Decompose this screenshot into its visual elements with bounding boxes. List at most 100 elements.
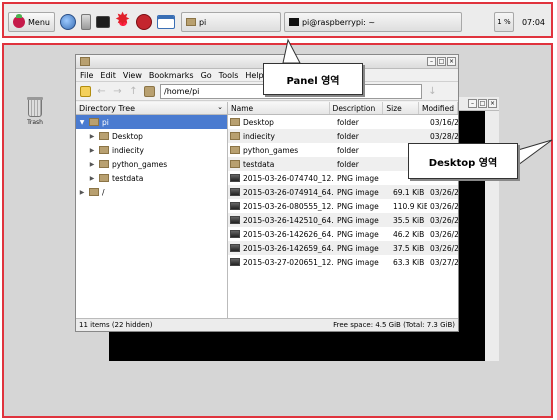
file-manager-icon[interactable] bbox=[80, 14, 91, 30]
minimize-icon[interactable]: – bbox=[468, 99, 477, 108]
menu-tools[interactable]: Tools bbox=[219, 71, 239, 80]
close-icon[interactable]: × bbox=[488, 99, 497, 108]
folder-icon bbox=[89, 118, 99, 126]
system-tray: 1 % 07:04 bbox=[493, 12, 549, 32]
go-icon[interactable]: ↓ bbox=[427, 86, 438, 97]
file-name: 2015-03-26-074914_64... bbox=[243, 187, 334, 197]
show-desktop-icon[interactable] bbox=[156, 15, 175, 29]
menu-edit[interactable]: Edit bbox=[100, 71, 116, 80]
new-tab-icon[interactable] bbox=[80, 85, 91, 97]
maximize-icon[interactable]: □ bbox=[478, 99, 487, 108]
task-button-terminal[interactable]: pi@raspberrypi: ~ bbox=[283, 12, 462, 32]
folder-icon bbox=[99, 146, 109, 154]
image-file-icon bbox=[230, 174, 240, 182]
file-description: PNG image bbox=[337, 187, 379, 197]
chevron-down-icon[interactable]: ⌄ bbox=[217, 103, 223, 111]
image-file-icon bbox=[230, 244, 240, 252]
file-name: 2015-03-27-020651_12... bbox=[243, 257, 334, 267]
file-row[interactable]: 2015-03-26-142626_64... PNG image 46.2 KiB… bbox=[228, 227, 458, 241]
panel-callout: Panel 영역 bbox=[263, 63, 363, 95]
task-button-file-manager[interactable]: pi bbox=[180, 12, 281, 32]
status-bar: 11 items (22 hidden) Free space: 4.5 GiB… bbox=[76, 318, 458, 331]
tree-item[interactable]: ▶ / bbox=[76, 185, 227, 199]
column-description[interactable]: Description bbox=[330, 102, 384, 114]
file-name: indiecity bbox=[243, 131, 275, 141]
file-description: PNG image bbox=[337, 173, 379, 183]
menu-file[interactable]: File bbox=[80, 71, 93, 80]
terminal-icon[interactable] bbox=[95, 16, 110, 28]
file-name-cell: indiecity bbox=[228, 132, 334, 141]
raspberry-pi-icon bbox=[13, 14, 25, 28]
file-row[interactable]: 2015-03-26-080555_12... PNG image 110.9 Ki… bbox=[228, 199, 458, 213]
file-size: 69.1 KiB bbox=[393, 187, 425, 197]
taskbar: Menu pi pi@raspberrypi: ~ 1 % 07:04 bbox=[6, 10, 549, 34]
menu-help[interactable]: Help bbox=[245, 71, 263, 80]
file-name: testdata bbox=[243, 159, 275, 169]
folder-icon bbox=[99, 132, 109, 140]
file-row[interactable]: 2015-03-27-020651_12... PNG image 63.3 KiB… bbox=[228, 255, 458, 269]
file-modified: 03/27/2 bbox=[430, 257, 458, 267]
close-icon[interactable]: × bbox=[447, 57, 456, 66]
file-row[interactable]: indiecity folder 03/28/2015 bbox=[228, 129, 458, 143]
expand-right-icon[interactable]: ▶ bbox=[88, 175, 96, 182]
status-free-space: Free space: 4.5 GiB (Total: 7.3 GiB) bbox=[333, 321, 455, 329]
file-modified: 03/26/2 bbox=[430, 201, 458, 211]
mathematica-icon[interactable] bbox=[114, 11, 131, 30]
image-file-icon bbox=[230, 188, 240, 196]
file-name-cell: testdata bbox=[228, 160, 334, 169]
file-modified: 03/26/2 bbox=[430, 215, 458, 225]
menu-button[interactable]: Menu bbox=[8, 12, 55, 32]
column-modified[interactable]: Modified bbox=[419, 102, 458, 114]
tree-header-label: Directory Tree bbox=[79, 104, 136, 113]
tree-item[interactable]: ▼ pi bbox=[76, 115, 227, 129]
cpu-monitor[interactable]: 1 % bbox=[493, 12, 514, 32]
expand-down-icon[interactable]: ▼ bbox=[78, 119, 86, 126]
tree-item-label: python_games bbox=[112, 159, 168, 169]
back-icon[interactable]: ← bbox=[96, 86, 107, 97]
clock[interactable]: 07:04 bbox=[522, 18, 545, 27]
menu-view[interactable]: View bbox=[123, 71, 142, 80]
menu-label: Menu bbox=[28, 17, 50, 27]
file-row[interactable]: Desktop folder 03/16/2015 bbox=[228, 115, 458, 129]
file-row[interactable]: 2015-03-26-142510_64... PNG image 35.5 KiB… bbox=[228, 213, 458, 227]
minimize-icon[interactable]: – bbox=[427, 57, 436, 66]
tree-item[interactable]: ▶ Desktop bbox=[76, 129, 227, 143]
file-name-cell: python_games bbox=[228, 146, 334, 155]
web-browser-icon[interactable] bbox=[59, 14, 76, 30]
file-description: folder bbox=[337, 117, 359, 127]
expand-right-icon[interactable]: ▶ bbox=[78, 189, 86, 196]
expand-right-icon[interactable]: ▶ bbox=[88, 147, 96, 154]
tree-item[interactable]: ▶ indiecity bbox=[76, 143, 227, 157]
expand-right-icon[interactable]: ▶ bbox=[88, 133, 96, 140]
folder-icon bbox=[230, 160, 240, 168]
trash-label: Trash bbox=[27, 119, 43, 126]
file-row[interactable]: 2015-03-26-074914_64... PNG image 69.1 KiB… bbox=[228, 185, 458, 199]
file-size: 46.2 KiB bbox=[393, 229, 425, 239]
file-name-cell: 2015-03-26-142659_64... bbox=[228, 244, 334, 253]
column-size[interactable]: Size bbox=[383, 102, 419, 114]
file-modified: 03/26/2 bbox=[430, 229, 458, 239]
tree-item[interactable]: ▶ testdata bbox=[76, 171, 227, 185]
up-icon[interactable]: ↑ bbox=[128, 86, 139, 97]
maximize-icon[interactable]: □ bbox=[437, 57, 446, 66]
file-row[interactable]: 2015-03-26-142659_64... PNG image 37.5 KiB… bbox=[228, 241, 458, 255]
home-icon[interactable] bbox=[144, 85, 155, 97]
tree-header[interactable]: Directory Tree ⌄ bbox=[76, 102, 227, 115]
menu-go[interactable]: Go bbox=[201, 71, 212, 80]
tree-item[interactable]: ▶ python_games bbox=[76, 157, 227, 171]
trash-desktop-icon[interactable]: Trash bbox=[23, 97, 47, 126]
file-name: 2015-03-26-142510_64... bbox=[243, 215, 334, 225]
folder-icon bbox=[230, 146, 240, 154]
forward-icon[interactable]: → bbox=[112, 86, 123, 97]
file-name: 2015-03-26-142626_64... bbox=[243, 229, 334, 239]
file-description: PNG image bbox=[337, 257, 379, 267]
file-modified: 03/26/2 bbox=[430, 243, 458, 253]
column-name[interactable]: Name bbox=[228, 102, 330, 114]
tree-item-label: testdata bbox=[112, 173, 144, 183]
expand-right-icon[interactable]: ▶ bbox=[88, 161, 96, 168]
menu-bookmarks[interactable]: Bookmarks bbox=[149, 71, 194, 80]
wolfram-icon[interactable] bbox=[135, 14, 152, 30]
file-list: Name Description Size Modified Desktop fo… bbox=[228, 102, 458, 318]
image-file-icon bbox=[230, 216, 240, 224]
file-size: 110.9 KiB bbox=[393, 201, 427, 211]
